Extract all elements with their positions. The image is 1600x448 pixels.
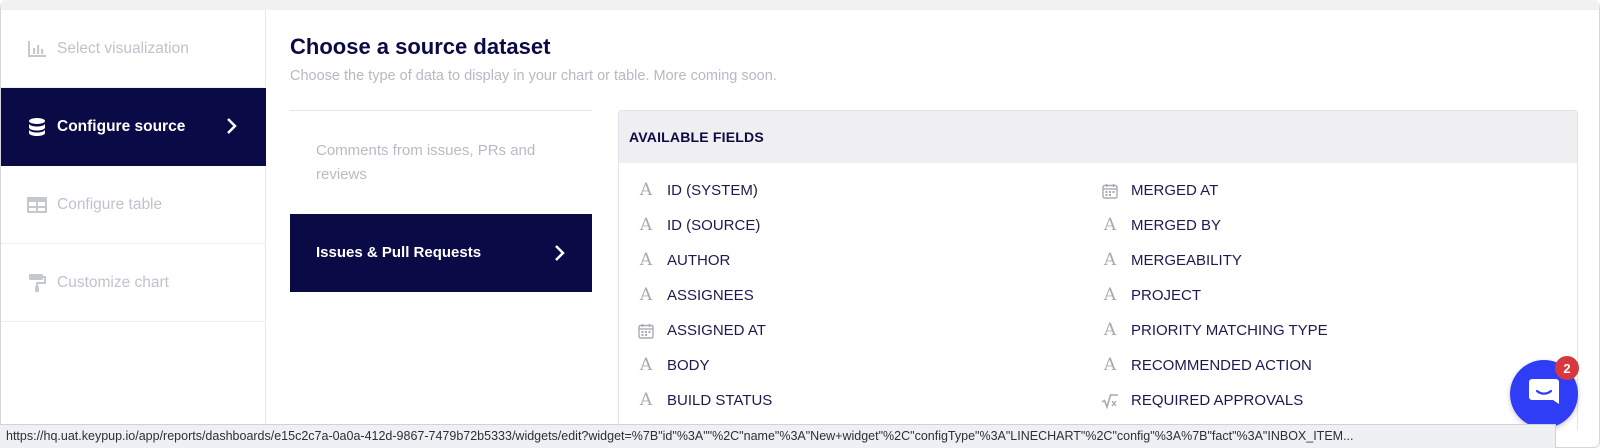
text-type-icon: A (639, 180, 653, 200)
field-item: A MERGEABILITY (1101, 243, 1328, 278)
formula-icon (1101, 392, 1119, 410)
calendar-icon (1101, 182, 1119, 200)
chevron-right-icon (554, 243, 566, 271)
field-item: A BODY (637, 348, 772, 383)
database-icon (27, 118, 47, 136)
field-item: A ID (SOURCE) (637, 208, 772, 243)
browser-status-bar-url: https://hq.uat.keypup.io/app/reports/das… (0, 424, 1556, 448)
source-dataset-list: Comments from issues, PRs and reviews Is… (290, 110, 592, 292)
text-type-icon: A (1103, 285, 1117, 305)
source-option-comments[interactable]: Comments from issues, PRs and reviews (290, 111, 592, 215)
step-label: Customize chart (57, 273, 169, 291)
field-item: A BUILD STATUS (637, 383, 772, 418)
step-label: Select visualization (57, 39, 189, 57)
text-type-icon: A (639, 215, 653, 235)
text-type-icon: A (639, 250, 653, 270)
field-item: REQUIRED APPROVALS (1101, 383, 1328, 418)
fields-column-left: A ID (SYSTEM) A ID (SOURCE) A AUTHOR A ASSIG… (637, 173, 772, 418)
field-item: A ASSIGNEES (637, 278, 772, 313)
step-customize-chart[interactable]: Customize chart (1, 244, 266, 322)
text-type-icon: A (639, 355, 653, 375)
available-fields-header: AVAILABLE FIELDS (619, 111, 1577, 163)
field-item: A RECOMMENDED ACTION (1101, 348, 1328, 383)
text-type-icon: A (1103, 250, 1117, 270)
source-option-issues-prs[interactable]: Issues & Pull Requests (290, 214, 592, 292)
bar-chart-icon (27, 40, 47, 58)
text-type-icon: A (1103, 320, 1117, 340)
chat-unread-badge: 2 (1555, 356, 1579, 380)
available-fields-panel: AVAILABLE FIELDS A ID (SYSTEM) A ID (SOURC… (618, 110, 1578, 430)
chat-icon (1527, 377, 1561, 412)
field-item: A PRIORITY MATCHING TYPE (1101, 313, 1328, 348)
field-item: A MERGED BY (1101, 208, 1328, 243)
text-type-icon: A (1103, 215, 1117, 235)
text-type-icon: A (1103, 355, 1117, 375)
table-icon (27, 196, 47, 214)
field-item: A AUTHOR (637, 243, 772, 278)
page-subtitle: Choose the type of data to display in yo… (290, 68, 777, 84)
calendar-icon (637, 322, 655, 340)
chevron-right-icon (226, 116, 238, 141)
text-type-icon: A (639, 285, 653, 305)
fields-column-right: MERGED AT A MERGED BY A MERGEABILITY A PROJ… (1101, 173, 1328, 418)
wizard-sidebar: Select visualization Configure source Co… (1, 10, 266, 430)
step-label: Configure table (57, 195, 163, 213)
source-option-label: Issues & Pull Requests (316, 244, 482, 261)
text-type-icon: A (639, 390, 653, 410)
field-item: MERGED AT (1101, 173, 1328, 208)
field-item: A ID (SYSTEM) (637, 173, 772, 208)
field-item: A PROJECT (1101, 278, 1328, 313)
field-item: ASSIGNED AT (637, 313, 772, 348)
step-configure-source[interactable]: Configure source (1, 88, 266, 166)
step-select-visualization[interactable]: Select visualization (1, 10, 266, 88)
step-label: Configure source (57, 118, 186, 135)
paint-roller-icon (27, 273, 47, 292)
source-option-label: Comments from issues, PRs and reviews (316, 142, 536, 183)
page-title: Choose a source dataset (290, 34, 551, 59)
step-configure-table[interactable]: Configure table (1, 166, 266, 244)
